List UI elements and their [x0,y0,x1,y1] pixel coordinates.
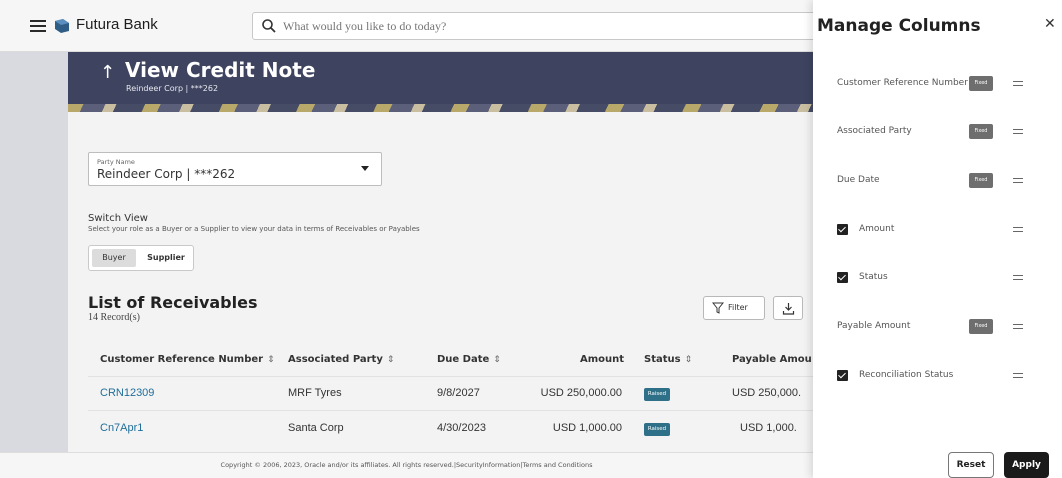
column-item-amount: Amount [813,220,1062,240]
table-cell-payable-amount: USD 250,000. [732,387,802,399]
table-cell-party: MRF Tyres [288,387,342,399]
bank-name: Futura Bank [76,16,158,33]
column-header-label: Associated Party [288,354,383,365]
status-checkbox[interactable] [837,272,848,283]
column-header-due-date[interactable]: Due Date ⇕ [437,354,501,365]
list-title: List of Receivables [88,293,258,312]
table-cell-reference-link[interactable]: Cn7Apr1 [100,422,143,434]
column-item-reconciliation-status: Reconciliation Status [813,366,1062,386]
table-divider [88,410,813,411]
buyer-toggle-button[interactable]: Buyer [92,249,136,267]
column-header-label: Payable Amou [732,354,812,365]
table-cell-amount: USD 250,000.00 [540,387,622,399]
table-cell-due-date: 4/30/2023 [437,422,486,434]
column-item-label: Reconciliation Status [859,370,954,380]
page-subtitle: Reindeer Corp | ***262 [126,84,219,93]
column-item-label: Associated Party [837,126,912,136]
drag-handle-icon[interactable] [1013,81,1023,86]
sort-icon: ⇕ [267,355,275,365]
column-item-status: Status [813,268,1062,288]
column-item-label: Status [859,272,888,282]
fixed-badge: Fixed [969,173,993,188]
status-badge: Raised [644,423,670,436]
panel-title: Manage Columns [817,16,981,36]
column-item-label: Amount [859,224,895,234]
table-cell-reference-link[interactable]: CRN12309 [100,387,154,399]
drag-handle-icon[interactable] [1013,275,1023,280]
column-item-due-date: Due Date Fixed [813,171,1062,191]
hamburger-menu-icon[interactable] [30,20,46,32]
drag-handle-icon[interactable] [1013,129,1023,134]
column-header-party[interactable]: Associated Party ⇕ [288,354,394,365]
column-item-associated-party: Associated Party Fixed [813,122,1062,142]
role-toggle: Buyer Supplier [88,245,194,271]
column-item-label: Payable Amount [837,321,911,331]
fixed-badge: Fixed [969,76,993,91]
column-item-label: Due Date [837,175,880,185]
drag-handle-icon[interactable] [1013,178,1023,183]
table-cell-payable-amount: USD 1,000. [740,422,797,434]
back-arrow-icon[interactable]: ↑ [100,62,115,83]
filter-button[interactable]: Filter [703,296,765,320]
search-icon [262,19,276,33]
column-header-label: Customer Reference Number [100,354,264,365]
column-header-label: Status [644,354,681,365]
party-name-label: Party Name [97,158,135,166]
party-name-value: Reindeer Corp | ***262 [97,167,236,181]
dropdown-caret-icon [361,166,369,171]
supplier-toggle-button[interactable]: Supplier [141,249,191,267]
column-item-payable-amount: Payable Amount Fixed [813,317,1062,337]
table-cell-party: Santa Corp [288,422,344,434]
banner-decoration [68,104,813,112]
sort-icon: ⇕ [684,355,693,365]
sort-icon: ⇕ [493,355,501,365]
bank-logo-icon [55,19,69,33]
column-item-customer-reference: Customer Reference Number Fixed [813,74,1062,94]
table-cell-amount: USD 1,000.00 [552,422,622,434]
column-item-label: Customer Reference Number [837,78,968,88]
column-header-label: Amount [580,354,625,365]
filter-label: Filter [728,303,748,312]
record-count: 14 Record(s) [88,312,140,323]
manage-columns-panel: Manage Columns ✕ Customer Reference Numb… [813,0,1062,478]
table-divider [88,376,813,377]
page-footer: Copyright © 2006, 2023, Oracle and/or it… [0,452,813,478]
close-icon[interactable]: ✕ [1044,16,1056,32]
download-button[interactable] [773,296,803,320]
column-header-reference[interactable]: Customer Reference Number ⇕ [100,354,275,365]
column-header-amount[interactable]: Amount [580,354,624,365]
reconciliation-status-checkbox[interactable] [837,370,848,381]
search-box[interactable] [252,12,832,40]
reset-button[interactable]: Reset [948,452,994,478]
page-title: View Credit Note [125,58,316,82]
switch-view-description: Select your role as a Buyer or a Supplie… [88,225,420,233]
apply-button[interactable]: Apply [1004,452,1049,478]
switch-view-title: Switch View [88,213,148,224]
download-icon [782,303,795,315]
search-input[interactable] [283,17,803,35]
amount-checkbox[interactable] [837,224,848,235]
left-gutter [0,52,68,452]
drag-handle-icon[interactable] [1013,227,1023,232]
drag-handle-icon[interactable] [1013,373,1023,378]
column-header-payable-amount[interactable]: Payable Amou [732,354,813,365]
footer-text: Copyright © 2006, 2023, Oracle and/or it… [220,461,593,469]
drag-handle-icon[interactable] [1013,324,1023,329]
fixed-badge: Fixed [969,319,993,334]
column-header-label: Due Date [437,354,490,365]
column-header-status[interactable]: Status ⇕ [644,354,692,365]
table-cell-due-date: 9/8/2027 [437,387,480,399]
filter-icon [712,302,724,314]
status-badge: Raised [644,388,670,401]
sort-icon: ⇕ [386,355,395,365]
fixed-badge: Fixed [969,124,993,139]
party-name-select[interactable]: Party Name Reindeer Corp | ***262 [88,152,382,186]
